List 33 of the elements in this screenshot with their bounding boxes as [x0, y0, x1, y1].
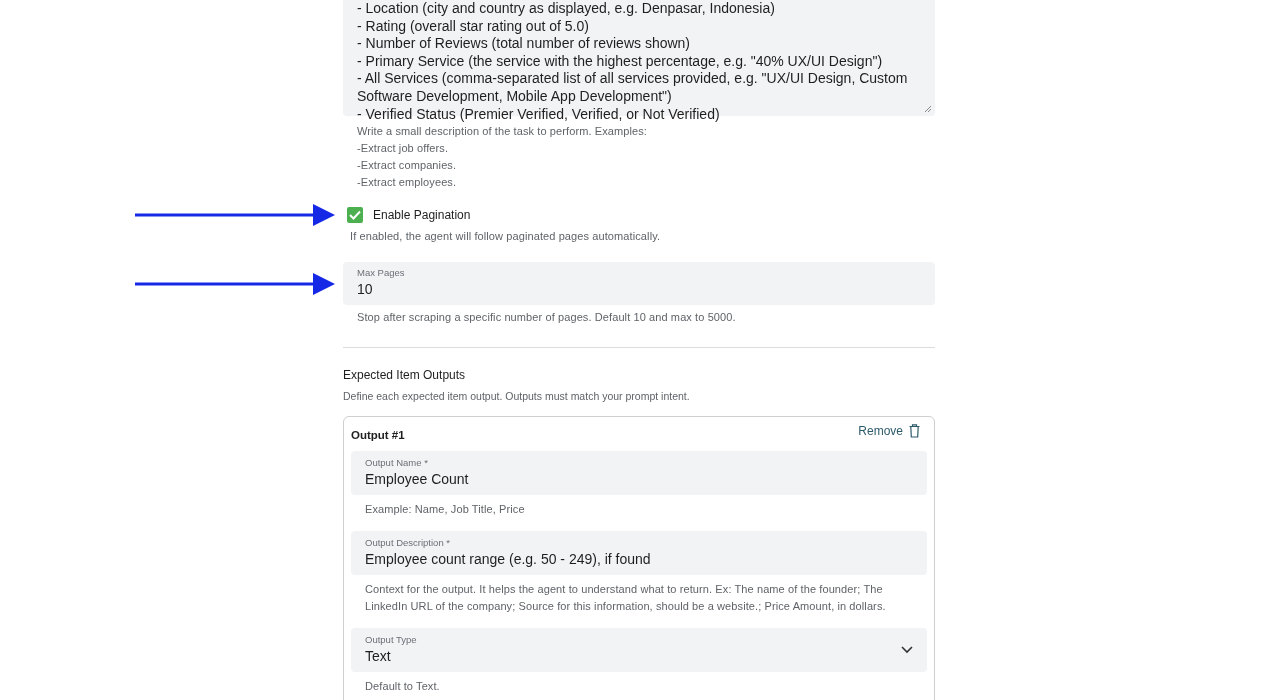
field-label: Output Type [365, 634, 418, 645]
section-description: Define each expected item output. Outputs must match your prompt intent. [343, 390, 691, 402]
section-title: Expected Item Outputs [343, 368, 467, 382]
helper-text: -Extract employees. [357, 175, 458, 190]
field-value: Text [365, 647, 392, 666]
trash-icon [909, 424, 920, 438]
field-value: Employee Count [365, 470, 470, 489]
arrow-icon [135, 271, 335, 296]
card-title: Output #1 [351, 429, 405, 441]
helper-text: -Extract companies. [357, 158, 458, 173]
field-label: Output Description * [365, 537, 451, 548]
helper-text: Context for the output. It helps the agent to understand what to return. Ex: The name of the founder; The LinkedIn URL of the company; Source for this information, should be a website.; Price Amount, in dollars. [364, 582, 887, 614]
helper-text: Default to Text. [364, 679, 441, 694]
helper-text: Write a small description of the task to perform. Examples: [357, 124, 648, 139]
helper-text: Example: Name, Job Title, Price [364, 502, 526, 517]
helper-text: If enabled, the agent will follow paginated pages automatically. [349, 229, 662, 244]
field-label: Output Name * [365, 457, 429, 468]
select-field[interactable]: Output Type Text [351, 628, 927, 672]
helper-text: -Extract job offers. [357, 141, 450, 156]
checkbox[interactable] [347, 207, 363, 223]
arrow-icon [135, 203, 335, 227]
resize-grip-icon [924, 105, 932, 113]
helper-text: Stop after scraping a specific number of pages. Default 10 and max to 5000. [356, 310, 737, 325]
input-field[interactable]: Output Description * Employee count range (e.g. 50 - 249), if found [351, 531, 927, 575]
field-value: Employee count range (e.g. 50 - 249), if found [365, 550, 652, 569]
checkbox-label: Enable Pagination [373, 208, 471, 222]
remove-button[interactable]: Remove [858, 424, 927, 438]
input-field[interactable]: Output Name * Employee Count [351, 451, 927, 495]
input-field[interactable]: Max Pages 10 [343, 262, 935, 305]
field-value: 10 [357, 280, 374, 299]
field-label: Max Pages [357, 267, 406, 278]
chevron-down-icon [901, 646, 913, 654]
prompt-text: - Location (city and country as displayed, e.g. Denpasar, Indonesia) - Rating (overall star rating out of 5.0) - Number of Reviews (total number of reviews shown) - Primary Service (the service with the highest percentage, e.g. "40% UX/UI Design") - All Services (comma-separated list of all services provided, e.g. "UX/UI Design, Custom Software Development, Mobile App Development") - Verified Status (Premier Verified, Verified, or Not Verified) [357, 0, 909, 122]
